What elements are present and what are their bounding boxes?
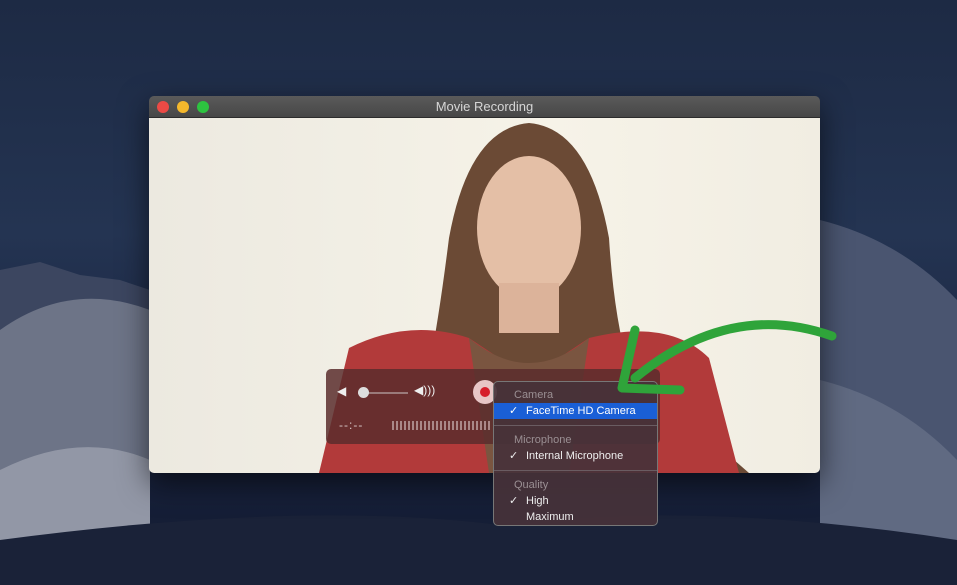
arrow-shaft xyxy=(630,320,837,383)
annotation-arrow xyxy=(617,320,837,395)
arrow-head-icon xyxy=(617,325,685,395)
